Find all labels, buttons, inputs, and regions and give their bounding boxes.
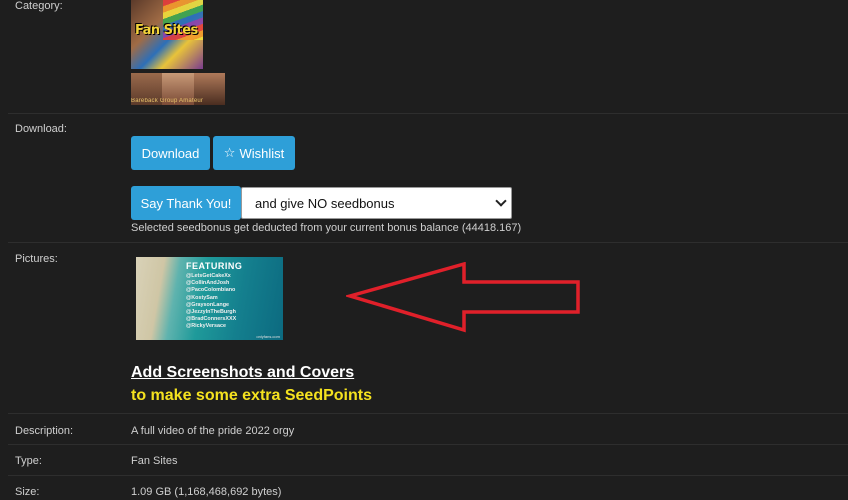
red-arrow-icon: [346, 262, 580, 333]
download-button[interactable]: Download: [131, 136, 210, 170]
thumbnail-name: @JezzyInTheBurgh: [186, 309, 236, 316]
size-label: Size:: [15, 486, 40, 498]
description-value: A full video of the pride 2022 orgy: [131, 425, 295, 437]
thumbnail-name-list: @LetsGetCakeXx @CollinAndJosh @PacoColom…: [186, 273, 236, 331]
thumbnail-name: @CollinAndJosh: [186, 280, 230, 287]
thumbnail-name: @RickyVersace: [186, 323, 227, 330]
wishlist-button-label: Wishlist: [239, 145, 285, 161]
seedpoints-promo-text: to make some extra SeedPoints: [131, 387, 372, 404]
star-icon: ☆: [223, 145, 236, 160]
say-thank-you-label: Say Thank You!: [140, 195, 232, 211]
category-label: Category:: [15, 0, 63, 12]
pictures-label: Pictures:: [15, 253, 58, 265]
download-button-label: Download: [141, 145, 200, 161]
screenshot-thumbnail[interactable]: FEATURING @LetsGetCakeXx @CollinAndJosh …: [136, 257, 283, 340]
category-strip-caption: Bareback Group Amateur: [131, 98, 204, 104]
thumbnail-name: @KostySam: [186, 294, 218, 301]
thumbnail-title: FEATURING: [186, 261, 243, 271]
category-image-text: Fan Sites: [135, 23, 198, 38]
say-thank-you-button[interactable]: Say Thank You!: [131, 186, 241, 220]
chevron-down-icon: [495, 195, 507, 207]
type-label: Type:: [15, 455, 42, 467]
wishlist-button[interactable]: ☆ Wishlist: [213, 136, 295, 170]
description-label: Description:: [15, 425, 74, 437]
seedbonus-select-value: and give NO seedbonus: [255, 195, 395, 211]
seedbonus-note: Selected seedbonus get deducted from you…: [131, 222, 522, 234]
category-image[interactable]: Fan Sites: [131, 0, 203, 69]
type-value: Fan Sites: [131, 455, 178, 467]
seedbonus-select[interactable]: and give NO seedbonus: [241, 187, 512, 219]
thumbnail-name: @GraysonLange: [186, 301, 230, 308]
thumbnail-name: @PacoColombiano: [186, 287, 236, 294]
thumbnail-name: @BradConnersXXX: [186, 316, 237, 323]
thumbnail-name: @LetsGetCakeXx: [186, 273, 231, 279]
category-strip-image[interactable]: Bareback Group Amateur: [131, 73, 225, 105]
thumbnail-url: onlyfans.com: [256, 334, 280, 339]
download-label: Download:: [15, 123, 67, 135]
add-screenshots-link[interactable]: Add Screenshots and Covers: [131, 364, 354, 382]
size-value: 1.09 GB (1,168,468,692 bytes): [131, 486, 282, 498]
